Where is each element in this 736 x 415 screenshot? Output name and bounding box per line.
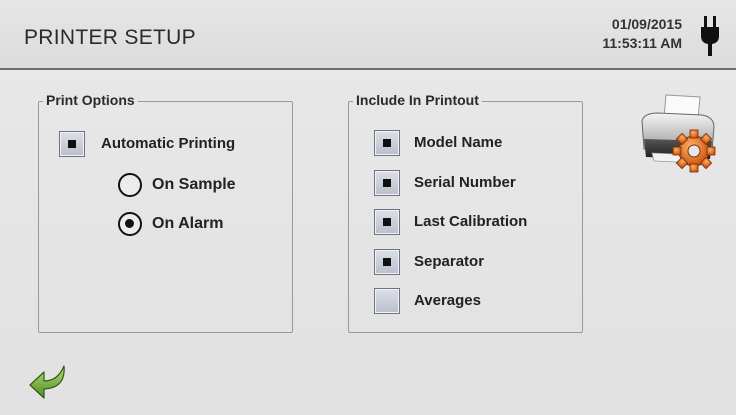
on-alarm-radio[interactable] [118, 212, 142, 236]
automatic-printing-label: Automatic Printing [101, 135, 236, 152]
datetime-display: 01/09/2015 11:53:11 AM [602, 15, 682, 53]
last-calibration-label: Last Calibration [414, 213, 528, 230]
include-in-printout-group: Include In Printout Model Name Serial Nu… [348, 92, 583, 333]
printer-setup-screen: PRINTER SETUP 01/09/2015 11:53:11 AM Pri… [0, 0, 736, 415]
model-name-label: Model Name [414, 134, 503, 151]
header-bar: PRINTER SETUP 01/09/2015 11:53:11 AM [0, 0, 736, 70]
print-options-legend: Print Options [43, 92, 138, 108]
last-calibration-checkbox[interactable] [374, 209, 400, 235]
separator-label: Separator [414, 253, 485, 270]
print-options-group: Print Options Automatic Printing On Samp… [38, 92, 293, 333]
separator-checkbox[interactable] [374, 249, 400, 275]
time-text: 11:53:11 AM [602, 35, 682, 51]
automatic-printing-checkbox[interactable] [59, 131, 85, 157]
include-in-printout-legend: Include In Printout [353, 92, 482, 108]
printer-settings-icon [641, 94, 716, 173]
on-alarm-label: On Alarm [152, 215, 224, 232]
plug-icon [701, 16, 719, 56]
model-name-checkbox[interactable] [374, 130, 400, 156]
date-text: 01/09/2015 [611, 16, 682, 32]
serial-number-label: Serial Number [414, 174, 516, 191]
back-arrow-icon[interactable] [28, 362, 68, 402]
averages-checkbox[interactable] [374, 288, 400, 314]
serial-number-checkbox[interactable] [374, 170, 400, 196]
on-sample-radio[interactable] [118, 173, 142, 197]
on-sample-label: On Sample [152, 176, 236, 193]
averages-label: Averages [414, 292, 481, 309]
page-title: PRINTER SETUP [24, 26, 196, 49]
